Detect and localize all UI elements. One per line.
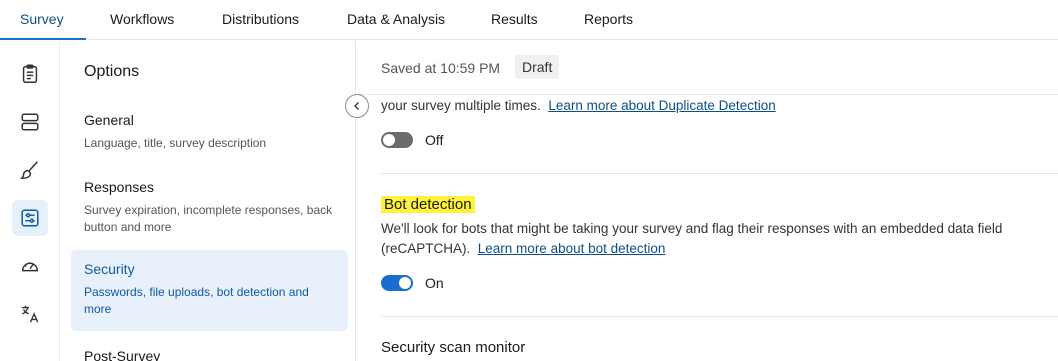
option-security[interactable]: Security Passwords, file uploads, bot de… <box>71 250 348 331</box>
icon-rail <box>0 41 60 361</box>
active-tab-indicator <box>0 38 86 40</box>
tab-distributions[interactable]: Distributions <box>222 0 299 40</box>
option-responses[interactable]: Responses Survey expiration, incomplete … <box>71 168 348 246</box>
gauge-icon[interactable] <box>12 248 48 284</box>
option-label: Responses <box>84 179 155 195</box>
duplicate-detection-toggle-label: Off <box>425 132 444 148</box>
bot-detection-text: We'll look for bots that might be taking… <box>381 221 1003 256</box>
top-nav: Survey Workflows Distributions Data & An… <box>0 0 1058 40</box>
duplicate-detection-toggle-row: Off <box>381 132 443 148</box>
bot-detection-description: We'll look for bots that might be taking… <box>381 219 1058 259</box>
security-scan-monitor-title: Security scan monitor <box>381 339 526 356</box>
bot-detection-link[interactable]: Learn more about bot detection <box>478 241 666 256</box>
save-status-bar: Saved at 10:59 PM Draft <box>357 41 1058 95</box>
bot-detection-title-text: Bot detection <box>381 196 475 213</box>
option-post-survey[interactable]: Post-Survey <box>71 337 348 361</box>
draft-badge: Draft <box>515 55 560 79</box>
bot-detection-title: Bot detection <box>381 196 475 213</box>
clipboard-icon[interactable] <box>12 56 48 92</box>
duplicate-detection-toggle[interactable] <box>381 132 413 148</box>
section-divider <box>381 173 1058 174</box>
tab-survey[interactable]: Survey <box>20 0 64 40</box>
tab-results[interactable]: Results <box>491 0 538 40</box>
chevron-left-icon <box>354 102 359 110</box>
blocks-icon[interactable] <box>12 104 48 140</box>
sliders-icon[interactable] <box>12 200 48 236</box>
toggle-knob <box>383 134 395 146</box>
option-description: Passwords, file uploads, bot detection a… <box>84 285 309 316</box>
tab-reports[interactable]: Reports <box>584 0 633 40</box>
translate-icon[interactable] <box>12 296 48 332</box>
security-settings: Saved at 10:59 PM Draft your survey mult… <box>357 41 1058 361</box>
bot-detection-toggle-row: On <box>381 275 444 291</box>
option-label: Security <box>84 261 135 277</box>
options-title: Options <box>84 63 140 80</box>
saved-status: Saved at 10:59 PM <box>381 60 501 76</box>
option-general[interactable]: General Language, title, survey descript… <box>71 101 348 162</box>
tab-workflows[interactable]: Workflows <box>110 0 174 40</box>
option-label: Post-Survey <box>84 348 161 361</box>
duplicate-detection-text: your survey multiple times. <box>381 98 541 113</box>
collapse-panel-button[interactable] <box>345 94 369 118</box>
option-label: General <box>84 112 134 128</box>
bot-detection-toggle[interactable] <box>381 275 413 291</box>
toggle-knob <box>399 277 411 289</box>
section-divider <box>381 316 1058 317</box>
brush-icon[interactable] <box>12 152 48 188</box>
duplicate-detection-description: your survey multiple times. Learn more a… <box>381 96 776 116</box>
options-panel: Options General Language, title, survey … <box>61 41 356 361</box>
option-description: Survey expiration, incomplete responses,… <box>84 203 333 234</box>
bot-detection-toggle-label: On <box>425 275 444 291</box>
duplicate-detection-link[interactable]: Learn more about Duplicate Detection <box>548 98 775 113</box>
option-description: Language, title, survey description <box>84 136 267 150</box>
tab-data-analysis[interactable]: Data & Analysis <box>347 0 445 40</box>
